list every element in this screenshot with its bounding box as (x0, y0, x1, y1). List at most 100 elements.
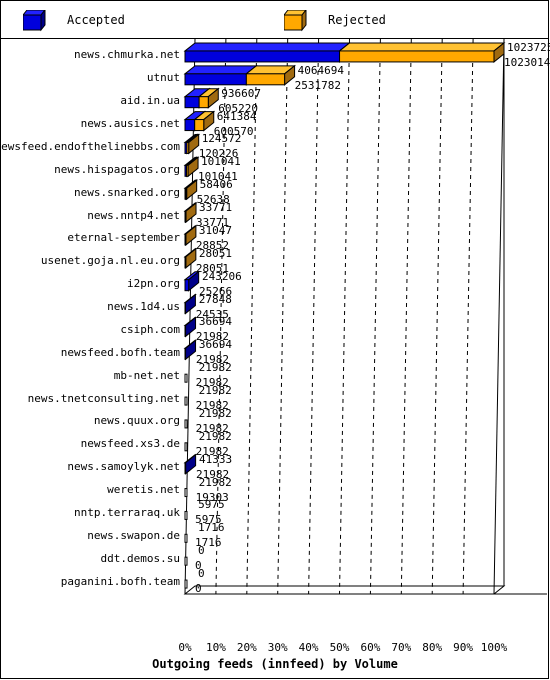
value-label-rejected: 0 (195, 582, 202, 596)
value-label-accepted: 243206 (202, 269, 242, 283)
bar-row (183, 87, 220, 109)
x-axis-tick-label: 20% (236, 641, 257, 654)
y-axis-label: news.1d4.us (107, 300, 180, 314)
accepted-bar-side-face (185, 339, 197, 361)
accepted-bar-front-face (184, 96, 200, 109)
y-axis-labels: news.chmurka.net utnut aid.in.ua news.ausic… (0, 39, 183, 639)
y-axis-label: mb-net.net (113, 368, 180, 382)
bars-area: 1023725010230148406469425317829366076052… (183, 39, 550, 639)
rejected-bar-front-face (198, 96, 209, 109)
y-axis-label: i2pn.org (127, 277, 180, 291)
value-label-accepted: 21982 (198, 406, 232, 420)
rejected-bar-front-face (339, 50, 495, 63)
value-label-accepted: 101041 (201, 155, 241, 169)
y-axis-label: news.swapon.de (87, 528, 180, 542)
value-label-accepted: 21982 (198, 361, 232, 375)
x-axis-tick-label: 70% (391, 641, 412, 654)
x-axis-tick-label: 100% (480, 641, 508, 654)
value-label-accepted: 936607 (221, 86, 262, 100)
value-label-accepted: 4064694 (297, 63, 344, 77)
value-label-accepted: 41333 (198, 452, 233, 466)
value-label-accepted: 0 (198, 544, 205, 558)
bar-row (183, 133, 201, 155)
value-label-accepted: 31047 (198, 223, 233, 237)
zero-bar (184, 510, 188, 520)
grid-line (369, 39, 381, 595)
value-label-rejected: 10230148 (504, 55, 550, 69)
bar-row (184, 373, 188, 383)
accepted-bar-front-face (184, 50, 341, 63)
zero-bar (184, 419, 188, 429)
value-label-accepted: 641384 (216, 109, 257, 123)
value-label-accepted: 36694 (198, 338, 232, 352)
bar-row (184, 510, 188, 520)
y-axis-label: paganini.bofh.team (60, 574, 180, 588)
rejected-bar-top-face (338, 42, 506, 52)
accepted-bar-front-face (184, 462, 187, 475)
bar-row (184, 556, 188, 566)
y-axis-label: newsfeed.bofh.team (60, 345, 180, 359)
accepted-bar-top-face (183, 42, 351, 52)
y-axis-label: ddt.demos.su (100, 551, 180, 565)
rejected-bar-front-face (194, 119, 205, 132)
x-axis-tick-label: 40% (298, 641, 319, 654)
y-axis-label: news.quux.org (93, 414, 180, 428)
value-label-accepted: 1716 (198, 521, 225, 535)
value-label-accepted: 10237250 (507, 40, 550, 54)
bar-row (184, 579, 188, 589)
zero-bar (184, 442, 188, 452)
rejected-bar-front-face (245, 73, 286, 86)
x-axis-tick-label: 90% (453, 641, 474, 654)
plot-area: news.chmurka.net utnut aid.in.ua news.ausic… (0, 39, 550, 679)
zero-bar (184, 579, 188, 589)
bar-row (183, 202, 198, 224)
bar-row (184, 396, 188, 406)
value-label-accepted: 58406 (199, 178, 233, 192)
accepted-bar-front-face (184, 119, 196, 132)
bar-row (184, 488, 188, 498)
x-axis-tick-label: 80% (422, 641, 443, 654)
rejected-bar-front-face (185, 210, 187, 223)
y-axis-label: usenet.goja.nl.eu.org (40, 254, 180, 268)
value-label-accepted: 27848 (198, 292, 232, 306)
zero-bar (184, 396, 188, 406)
grid-line (308, 39, 320, 595)
zero-bar (184, 488, 188, 498)
bar-row (183, 339, 197, 361)
value-label-accepted: 21982 (198, 475, 232, 489)
bar-row (183, 41, 506, 63)
grid-line (277, 39, 289, 595)
grid-line (493, 39, 505, 595)
zero-bar (184, 533, 188, 543)
legend-label-rejected: Rejected (328, 13, 386, 27)
value-label-accepted: 21982 (198, 429, 232, 443)
bar-row (184, 442, 188, 452)
chart-legend: Accepted Rejected (1, 1, 549, 39)
bar-row (184, 419, 188, 429)
cube-icon (284, 10, 307, 32)
value-label-accepted: 21982 (198, 384, 232, 398)
x-axis-tick-label: 50% (329, 641, 350, 654)
chart-title: Outgoing feeds (innfeed) by Volume (152, 657, 398, 671)
cube-icon (23, 10, 46, 32)
bar-row (183, 224, 198, 246)
accepted-bar-side-face (185, 316, 197, 338)
accepted-bar-front-face (184, 347, 187, 360)
zero-bar (184, 556, 188, 566)
rejected-bar-front-face (186, 141, 190, 154)
x-axis-tick-labels: 0% 10% 20% 30% 40% 50% 60% 70% 80% 90% 100% (178, 639, 549, 659)
grid-line (462, 39, 474, 595)
y-axis-label: news.samoylyk.net (67, 460, 180, 474)
y-axis-label: csiph.com (120, 322, 180, 336)
y-axis-label: eternal-september (67, 231, 180, 245)
bar-row (183, 453, 198, 475)
grid-line (339, 39, 350, 595)
x-axis-tick-label: 30% (267, 641, 288, 654)
bar-row (183, 247, 198, 269)
value-label-accepted: 28051 (198, 246, 232, 260)
y-axis-label: newsfeed.xs3.de (80, 437, 180, 451)
value-label-accepted: 0 (198, 567, 205, 581)
accepted-bar-top-face (183, 65, 258, 75)
accepted-bar-front-face (184, 324, 187, 337)
y-axis-label: news.ausics.net (80, 117, 180, 131)
